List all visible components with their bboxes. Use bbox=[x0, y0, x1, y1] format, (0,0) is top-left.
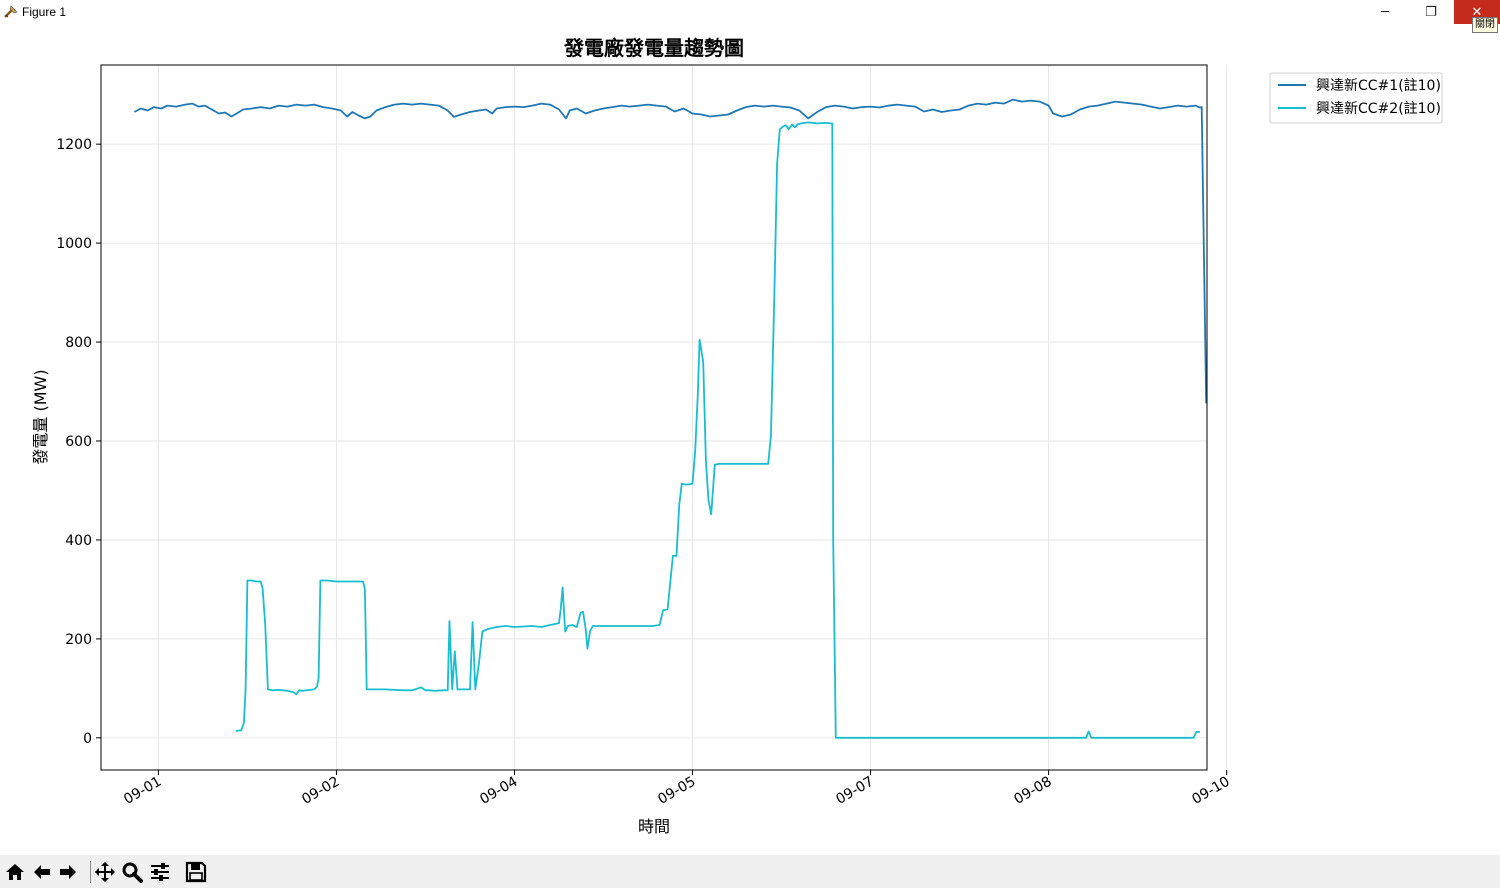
minimize-button[interactable]: ─ bbox=[1362, 0, 1408, 24]
x-axis-label: 時間 bbox=[638, 817, 670, 836]
legend-label-cc2: 興達新CC#2(註10) bbox=[1316, 101, 1441, 117]
y-tick-label: 600 bbox=[65, 434, 92, 450]
x-tick-label: 09-08 bbox=[1011, 774, 1054, 808]
x-tick-label: 09-02 bbox=[299, 774, 342, 808]
y-tick-label: 800 bbox=[65, 335, 92, 351]
back-arrow-icon[interactable] bbox=[31, 861, 53, 883]
y-tick-label: 0 bbox=[83, 731, 92, 747]
y-tick-label: 400 bbox=[65, 533, 92, 549]
x-axis-ticks: 09-01 09-02 09-04 09-05 09-07 09-08 09-10 bbox=[121, 770, 1233, 808]
y-tick-label: 200 bbox=[65, 632, 92, 648]
x-tick-label: 09-04 bbox=[477, 774, 520, 808]
configure-subplots-icon[interactable] bbox=[149, 861, 171, 883]
x-tick-label: 09-07 bbox=[833, 774, 876, 808]
restore-icon: ❐ bbox=[1425, 4, 1437, 20]
matplotlib-app-icon bbox=[4, 5, 18, 18]
x-tick-label: 09-01 bbox=[121, 774, 164, 808]
maximize-button[interactable]: ❐ bbox=[1408, 0, 1454, 24]
y-tick-label: 1200 bbox=[56, 137, 92, 153]
toolbar-separator bbox=[90, 861, 91, 883]
series-line-2 bbox=[235, 121, 1200, 739]
chart-figure: 09-01 09-02 09-04 09-05 09-07 09-08 09-10 0 200… bbox=[31, 36, 1443, 836]
zoom-icon[interactable] bbox=[121, 861, 143, 883]
navigation-toolbar bbox=[0, 855, 1500, 888]
y-tick-label: 1000 bbox=[56, 236, 92, 252]
series-lines bbox=[133, 98, 1208, 739]
x-tick-label: 09-05 bbox=[655, 774, 698, 808]
forward-arrow-icon[interactable] bbox=[57, 861, 79, 883]
y-axis-label: 發電量 (MW) bbox=[31, 369, 50, 464]
home-icon[interactable] bbox=[4, 861, 26, 883]
window-titlebar: Figure 1 ─ ❐ ✕ 關閉 bbox=[0, 0, 1500, 33]
chart-title: 發電廠發電量趨勢圖 bbox=[563, 36, 744, 60]
save-icon[interactable] bbox=[185, 861, 207, 883]
pan-icon[interactable] bbox=[94, 861, 116, 883]
minimize-icon: ─ bbox=[1381, 4, 1389, 20]
legend-label-cc1: 興達新CC#1(註10) bbox=[1316, 78, 1441, 94]
grid-lines bbox=[101, 65, 1228, 770]
window-title: Figure 1 bbox=[22, 5, 67, 19]
legend: 興達新CC#1(註10) 興達新CC#2(註10) bbox=[1269, 72, 1443, 124]
y-axis-ticks: 0 200 400 600 800 1000 1200 bbox=[56, 137, 101, 747]
series-line-1 bbox=[133, 98, 1208, 404]
x-tick-label: 09-10 bbox=[1189, 774, 1232, 808]
